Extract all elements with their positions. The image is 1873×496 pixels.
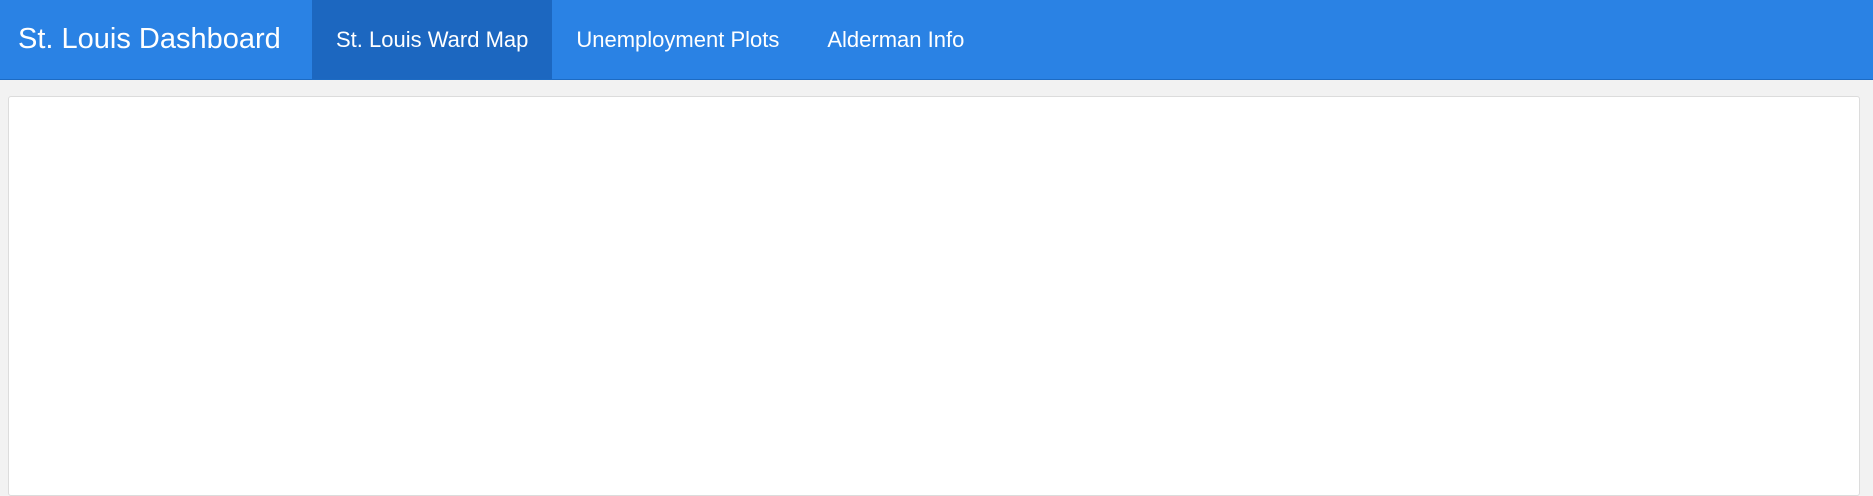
top-navbar: St. Louis Dashboard St. Louis Ward Map U… xyxy=(0,0,1873,80)
main-nav-tabs: St. Louis Ward Map Unemployment Plots Al… xyxy=(312,0,988,79)
tab-alderman-info[interactable]: Alderman Info xyxy=(803,0,988,79)
ward-map-panel xyxy=(8,96,1860,496)
app-title[interactable]: St. Louis Dashboard xyxy=(18,0,281,79)
tab-st-louis-ward-map[interactable]: St. Louis Ward Map xyxy=(312,0,553,79)
tab-unemployment-plots[interactable]: Unemployment Plots xyxy=(552,0,803,79)
